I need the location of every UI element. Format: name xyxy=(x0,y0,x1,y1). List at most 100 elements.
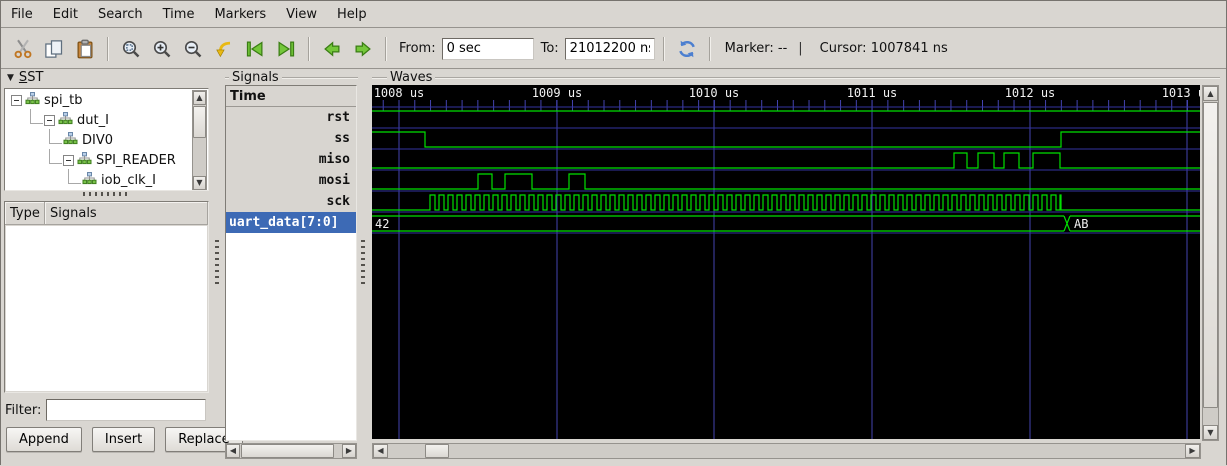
column-header-type[interactable]: Type xyxy=(5,202,45,225)
scrollbar-thumb[interactable] xyxy=(193,106,206,138)
signal-search-table: TypeSignals xyxy=(4,201,209,393)
menu-item-markers[interactable]: Markers xyxy=(204,3,276,26)
timeline-label: 1013 us xyxy=(1162,86,1200,100)
scroll-up-button[interactable]: ▲ xyxy=(193,91,206,105)
to-input[interactable] xyxy=(565,38,655,60)
column-header-signals[interactable]: Signals xyxy=(45,202,208,225)
reload-button[interactable] xyxy=(673,35,701,63)
pane-splitter-right[interactable] xyxy=(357,69,369,457)
zoom-in-icon xyxy=(152,39,172,59)
paste-button[interactable] xyxy=(71,35,99,63)
zoom-out-icon xyxy=(183,39,203,59)
hierarchy-node-icon xyxy=(77,152,92,165)
sst-title: SST xyxy=(19,70,43,85)
from-input[interactable] xyxy=(442,38,534,60)
tree-item-dut_i[interactable]: dut_I xyxy=(6,110,191,130)
tree-connector xyxy=(49,129,62,144)
signals-time-header[interactable]: Time xyxy=(226,86,356,107)
signal-row-miso[interactable]: miso xyxy=(226,149,356,170)
scroll-left-button[interactable]: ◀ xyxy=(226,444,240,458)
discard-right-button[interactable] xyxy=(349,35,377,63)
fetch-right-icon xyxy=(276,39,296,59)
cut-icon xyxy=(13,39,33,59)
bus-value-label: 42 xyxy=(375,217,389,231)
insert-button[interactable]: Insert xyxy=(92,427,155,452)
menu-item-view[interactable]: View xyxy=(276,3,327,26)
signal-row-sck[interactable]: sck xyxy=(226,191,356,212)
menu-item-file[interactable]: File xyxy=(1,3,43,26)
waves-panel-title: Waves xyxy=(387,70,435,85)
menu-item-search[interactable]: Search xyxy=(88,3,153,26)
toolbar-separator xyxy=(709,37,711,61)
shift-undo-button[interactable] xyxy=(210,35,238,63)
sst-tree: spi_tb dut_I DIV0 SPI_READER iob_clk_I ▲ ▼ xyxy=(4,88,209,191)
tree-item-spi_tb[interactable]: spi_tb xyxy=(6,90,191,110)
zoom-out-button[interactable] xyxy=(179,35,207,63)
discard-left-button[interactable] xyxy=(318,35,346,63)
scroll-right-button[interactable]: ▶ xyxy=(342,444,356,458)
signal-row-mosi[interactable]: mosi xyxy=(226,170,356,191)
waves-hscrollbar[interactable]: ◀ ▶ xyxy=(372,443,1201,459)
scroll-left-button[interactable]: ◀ xyxy=(373,444,388,458)
tree-scrollbar[interactable]: ▲ ▼ xyxy=(192,90,207,191)
tree-item-label: DIV0 xyxy=(82,133,113,148)
fetch-left-icon xyxy=(245,39,265,59)
toolbar-separator xyxy=(107,37,109,61)
zoom-in-button[interactable] xyxy=(148,35,176,63)
scrollbar-thumb[interactable] xyxy=(241,444,334,458)
sst-expander-header[interactable]: ▼ SST xyxy=(7,70,43,85)
scroll-right-button[interactable]: ▶ xyxy=(1185,444,1200,458)
tree-connector xyxy=(49,149,62,164)
menu-item-help[interactable]: Help xyxy=(327,3,377,26)
signal-search-results[interactable] xyxy=(6,226,207,391)
signal-row-uart-data-7-0-[interactable]: uart_data[7:0] xyxy=(226,212,356,233)
fetch-left-button[interactable] xyxy=(241,35,269,63)
waves-plot[interactable]: 1008 us1009 us1010 us1011 us1012 us1013 … xyxy=(372,85,1200,439)
tree-item-label: iob_clk_I xyxy=(101,173,156,188)
paste-icon xyxy=(75,39,95,59)
append-button[interactable]: Append xyxy=(6,427,82,452)
toolbar-separator xyxy=(663,37,665,61)
fetch-right-button[interactable] xyxy=(272,35,300,63)
tree-table-splitter[interactable] xyxy=(1,192,211,196)
signals-list: Timerstssmisomosisckuart_data[7:0] xyxy=(225,85,357,441)
waves-canvas[interactable]: 1008 us1009 us1010 us1011 us1012 us1013 … xyxy=(372,85,1200,443)
scroll-up-button[interactable]: ▲ xyxy=(1203,86,1218,101)
copy-button[interactable] xyxy=(40,35,68,63)
hierarchy-node-icon xyxy=(25,92,40,105)
timeline-label: 1010 us xyxy=(689,86,740,100)
signal-row-ss[interactable]: ss xyxy=(226,128,356,149)
zoom-fit-button[interactable] xyxy=(117,35,145,63)
timeline-label: 1011 us xyxy=(847,86,898,100)
filter-input[interactable] xyxy=(46,399,206,421)
gtkwave-window: FileEditSearchTimeMarkersViewHelp From: … xyxy=(0,0,1227,465)
scroll-down-button[interactable]: ▼ xyxy=(193,176,206,190)
pane-splitter-left[interactable] xyxy=(211,69,223,457)
discard-left-icon xyxy=(322,39,342,59)
scrollbar-thumb[interactable] xyxy=(425,444,449,458)
menu-item-time[interactable]: Time xyxy=(153,3,205,26)
tree-item-label: spi_tb xyxy=(44,93,83,108)
marker-status: Marker: -- xyxy=(725,41,788,56)
collapse-expander-icon[interactable] xyxy=(63,155,74,166)
menu-item-edit[interactable]: Edit xyxy=(43,3,88,26)
hierarchy-node-icon xyxy=(58,112,73,125)
signals-panel-title: Signals xyxy=(229,70,282,85)
tree-item-iob_clk_i[interactable]: iob_clk_I xyxy=(6,170,191,190)
scroll-down-button[interactable]: ▼ xyxy=(1203,425,1218,440)
zoom-fit-icon xyxy=(121,39,141,59)
signal-row-rst[interactable]: rst xyxy=(226,107,356,128)
discard-right-icon xyxy=(353,39,373,59)
to-label: To: xyxy=(541,41,559,56)
scrollbar-thumb[interactable] xyxy=(1203,102,1218,408)
waves-vscrollbar[interactable]: ▲ ▼ xyxy=(1202,85,1219,441)
hierarchy-node-icon xyxy=(63,132,78,145)
tree-item-spi_reader[interactable]: SPI_READER xyxy=(6,150,191,170)
cut-button[interactable] xyxy=(9,35,37,63)
signals-hscrollbar[interactable]: ◀ ▶ xyxy=(225,443,357,459)
tree-item-div0[interactable]: DIV0 xyxy=(6,130,191,150)
menu-bar: FileEditSearchTimeMarkersViewHelp xyxy=(1,1,1226,28)
collapse-expander-icon[interactable] xyxy=(44,115,55,126)
collapse-expander-icon[interactable] xyxy=(11,95,22,106)
toolbar: From: To: Marker: -- | Cursor: 1007841 n… xyxy=(1,29,1226,69)
